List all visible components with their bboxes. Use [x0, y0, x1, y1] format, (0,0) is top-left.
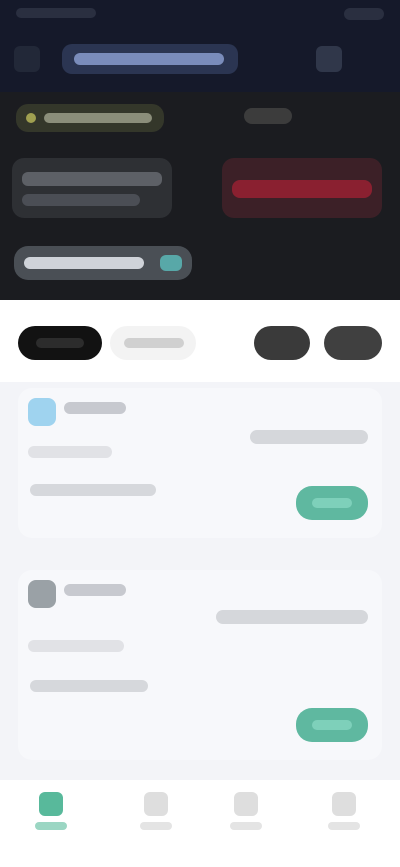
promo-chip[interactable] [14, 246, 192, 280]
nav-label [328, 822, 360, 830]
nav-label [35, 822, 67, 830]
summary-badge-text [44, 113, 152, 123]
item-action-button[interactable] [296, 708, 368, 742]
avatar [28, 580, 56, 608]
filter-tab-active[interactable] [18, 326, 102, 360]
item-name [64, 584, 126, 596]
nav-label [140, 822, 172, 830]
filter-tab-label [36, 338, 84, 348]
summary-label [244, 108, 292, 124]
alert-indicator [232, 180, 372, 198]
item-action-button[interactable] [296, 486, 368, 520]
filter-tab[interactable] [110, 326, 196, 360]
item-detail-secondary [30, 680, 148, 692]
nav-item-home[interactable] [31, 792, 71, 832]
back-arrow-icon[interactable] [14, 46, 40, 72]
header-title [74, 53, 224, 65]
balance-value [22, 172, 162, 186]
avatar [28, 398, 56, 426]
nav-label [230, 822, 262, 830]
markets-icon [144, 792, 168, 816]
top-bar [0, 0, 400, 92]
item-detail [28, 446, 112, 458]
status-time [16, 8, 96, 18]
summary-badge [16, 104, 164, 132]
balance-caption [22, 194, 140, 206]
item-name [64, 402, 126, 414]
list-item[interactable] [18, 388, 382, 538]
item-value [216, 610, 368, 624]
list-item[interactable] [18, 570, 382, 760]
trade-icon [234, 792, 258, 816]
status-icons [344, 8, 384, 20]
home-icon [39, 792, 63, 816]
view-toggle[interactable] [324, 326, 382, 360]
header-title-pill[interactable] [62, 44, 238, 74]
item-action-label [312, 498, 352, 508]
account-icon [332, 792, 356, 816]
alert-card[interactable] [222, 158, 382, 218]
balance-card[interactable] [12, 158, 172, 218]
filter-tab-label [124, 338, 184, 348]
status-bar [0, 0, 400, 28]
menu-icon[interactable] [316, 46, 342, 72]
nav-item-trade[interactable] [226, 792, 266, 832]
item-value [250, 430, 368, 444]
sort-toggle[interactable] [254, 326, 310, 360]
bottom-nav [0, 780, 400, 867]
nav-item-account[interactable] [324, 792, 364, 832]
item-detail-secondary [30, 484, 156, 496]
promo-text [24, 257, 144, 269]
item-detail [28, 640, 124, 652]
promo-accent-icon [160, 255, 182, 271]
item-action-label [312, 720, 352, 730]
status-dot-icon [26, 113, 36, 123]
nav-item-markets[interactable] [136, 792, 176, 832]
